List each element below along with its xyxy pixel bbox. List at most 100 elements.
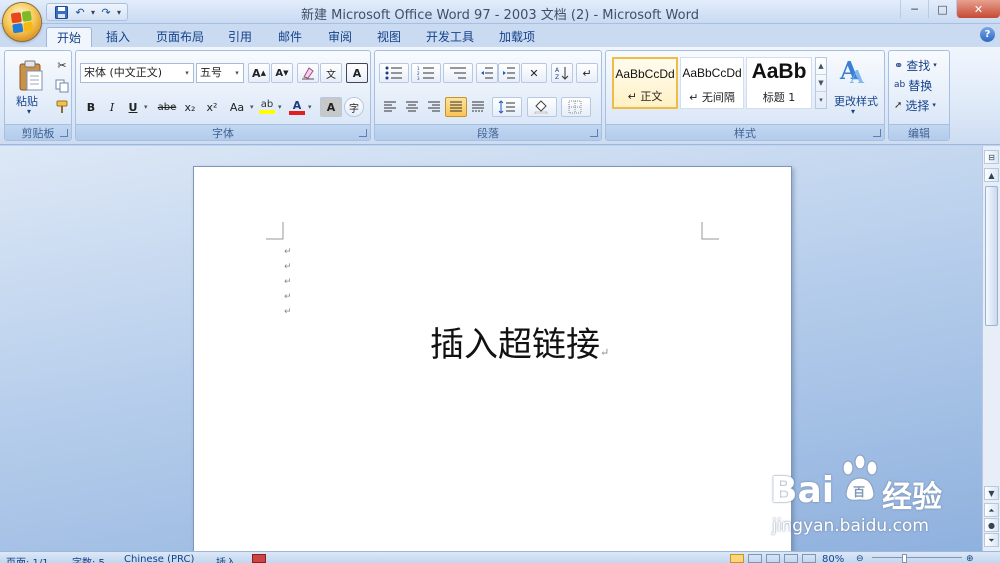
cut-icon[interactable]: ✂: [51, 55, 73, 75]
phonetic-guide-button[interactable]: 文: [320, 63, 342, 83]
previous-page-icon[interactable]: ⏶: [984, 503, 999, 517]
borders-icon[interactable]: [561, 97, 591, 117]
bullets-icon[interactable]: [379, 63, 409, 83]
underline-button[interactable]: U: [122, 97, 144, 117]
status-language[interactable]: Chinese (PRC): [124, 554, 194, 563]
font-color-button[interactable]: A: [286, 97, 308, 117]
web-layout-view-icon[interactable]: [766, 554, 780, 563]
tab-addins[interactable]: 加载项: [489, 27, 545, 48]
justify-icon[interactable]: [445, 97, 467, 117]
full-screen-view-icon[interactable]: [748, 554, 762, 563]
line-spacing-icon[interactable]: [492, 97, 522, 117]
status-zoom-level[interactable]: 80%: [822, 554, 844, 563]
tab-insert[interactable]: 插入: [96, 27, 140, 48]
zoom-slider-thumb[interactable]: [902, 554, 907, 563]
multilevel-list-icon[interactable]: [443, 63, 473, 83]
select-dropdown-icon[interactable]: ▾: [932, 101, 936, 109]
highlight-dropdown-icon[interactable]: ▾: [278, 103, 282, 111]
shrink-font-button[interactable]: A ▼: [271, 63, 293, 83]
highlight-button[interactable]: ab: [256, 97, 278, 117]
enclose-char-button[interactable]: 字: [344, 97, 364, 117]
zoom-out-icon[interactable]: ⊖: [856, 554, 864, 563]
style-no-spacing-card[interactable]: AaBbCcDd ↵ 无间隔: [680, 57, 744, 109]
copy-icon[interactable]: [51, 76, 73, 96]
status-insert-mode[interactable]: 插入: [216, 554, 236, 563]
gallery-more-icon[interactable]: ▾: [816, 92, 826, 108]
distributed-icon[interactable]: [467, 97, 489, 117]
clear-format-icon[interactable]: [297, 63, 319, 83]
clipboard-launcher-icon[interactable]: [60, 129, 68, 137]
styles-launcher-icon[interactable]: [873, 129, 881, 137]
outline-view-icon[interactable]: [784, 554, 798, 563]
shading-icon[interactable]: [527, 97, 557, 117]
font-name-dropdown-icon[interactable]: ▾: [181, 64, 193, 82]
font-size-dropdown-icon[interactable]: ▾: [231, 64, 243, 82]
find-button[interactable]: ⚭ 查找 ▾: [894, 56, 937, 74]
sort-icon[interactable]: AZ: [551, 63, 573, 83]
change-styles-dropdown-icon[interactable]: ▾: [851, 107, 855, 116]
tab-mailings[interactable]: 邮件: [268, 27, 312, 48]
tab-view[interactable]: 视图: [367, 27, 411, 48]
format-painter-icon[interactable]: [51, 97, 73, 117]
subscript-button[interactable]: x₂: [179, 97, 201, 117]
scroll-thumb[interactable]: [985, 186, 998, 326]
style-normal-card[interactable]: AaBbCcDd ↵ 正文: [612, 57, 678, 109]
office-button[interactable]: [3, 3, 41, 41]
decrease-indent-icon[interactable]: [476, 63, 498, 83]
status-page[interactable]: 页面: 1/1: [6, 554, 49, 563]
paragraph-launcher-icon[interactable]: [590, 129, 598, 137]
style-heading1-card[interactable]: AaBb 标题 1: [746, 57, 812, 109]
italic-button[interactable]: I: [101, 97, 123, 117]
show-marks-icon[interactable]: ↵: [576, 63, 598, 83]
scroll-down-icon[interactable]: ▼: [984, 486, 999, 500]
status-word-count[interactable]: 字数: 5: [72, 554, 105, 563]
align-center-icon[interactable]: [401, 97, 423, 117]
chinese-layout-icon[interactable]: ✕: [521, 63, 547, 83]
gallery-up-icon[interactable]: ▲: [816, 58, 826, 75]
maximize-button[interactable]: □: [928, 0, 956, 18]
superscript-button[interactable]: x²: [201, 97, 223, 117]
change-styles-button[interactable]: 更改样式: [834, 93, 878, 109]
underline-dropdown-icon[interactable]: ▾: [144, 103, 148, 111]
zoom-in-icon[interactable]: ⊕: [966, 554, 974, 563]
print-layout-view-icon[interactable]: [730, 554, 744, 563]
find-dropdown-icon[interactable]: ▾: [933, 61, 937, 69]
vertical-scrollbar[interactable]: ⊟ ▲ ▼ ⏶ ● ⏷: [982, 146, 1000, 551]
strikethrough-button[interactable]: abe: [156, 97, 178, 117]
char-border-button[interactable]: A: [346, 63, 368, 83]
tab-review[interactable]: 审阅: [318, 27, 362, 48]
ruler-toggle-icon[interactable]: ⊟: [984, 150, 999, 164]
close-button[interactable]: ✕: [956, 0, 1000, 18]
font-size-combo[interactable]: 五号 ▾: [196, 63, 244, 83]
macro-record-icon[interactable]: [252, 554, 266, 563]
align-left-icon[interactable]: [379, 97, 401, 117]
draft-view-icon[interactable]: [802, 554, 816, 563]
change-styles-icon[interactable]: A A: [838, 55, 868, 85]
document-text[interactable]: 插入超链接↵: [430, 317, 609, 366]
paste-icon[interactable]: [18, 60, 44, 92]
increase-indent-icon[interactable]: [498, 63, 520, 83]
change-case-button[interactable]: Aa: [224, 97, 250, 117]
scroll-up-icon[interactable]: ▲: [984, 168, 999, 182]
align-right-icon[interactable]: [423, 97, 445, 117]
tab-home[interactable]: 开始: [46, 27, 93, 48]
change-case-dropdown-icon[interactable]: ▾: [250, 103, 254, 111]
font-launcher-icon[interactable]: [359, 129, 367, 137]
numbering-icon[interactable]: 123: [411, 63, 441, 83]
help-icon[interactable]: ?: [980, 27, 995, 42]
styles-gallery-scroll[interactable]: ▲ ▼ ▾: [815, 57, 827, 109]
replace-button[interactable]: ab 替换: [894, 76, 932, 94]
bold-button[interactable]: B: [80, 97, 102, 117]
tab-developer[interactable]: 开发工具: [416, 27, 484, 48]
font-color-dropdown-icon[interactable]: ▾: [308, 103, 312, 111]
tab-page-layout[interactable]: 页面布局: [146, 27, 214, 48]
gallery-down-icon[interactable]: ▼: [816, 75, 826, 92]
char-shading-button[interactable]: A: [320, 97, 342, 117]
grow-font-button[interactable]: A ▲: [248, 63, 270, 83]
zoom-slider-track[interactable]: [872, 557, 962, 558]
browse-object-icon[interactable]: ●: [984, 518, 999, 532]
minimize-button[interactable]: ─: [900, 0, 928, 18]
font-name-combo[interactable]: 宋体 (中文正文) ▾: [80, 63, 194, 83]
next-page-icon[interactable]: ⏷: [984, 533, 999, 547]
paste-dropdown-icon[interactable]: ▾: [27, 107, 31, 116]
